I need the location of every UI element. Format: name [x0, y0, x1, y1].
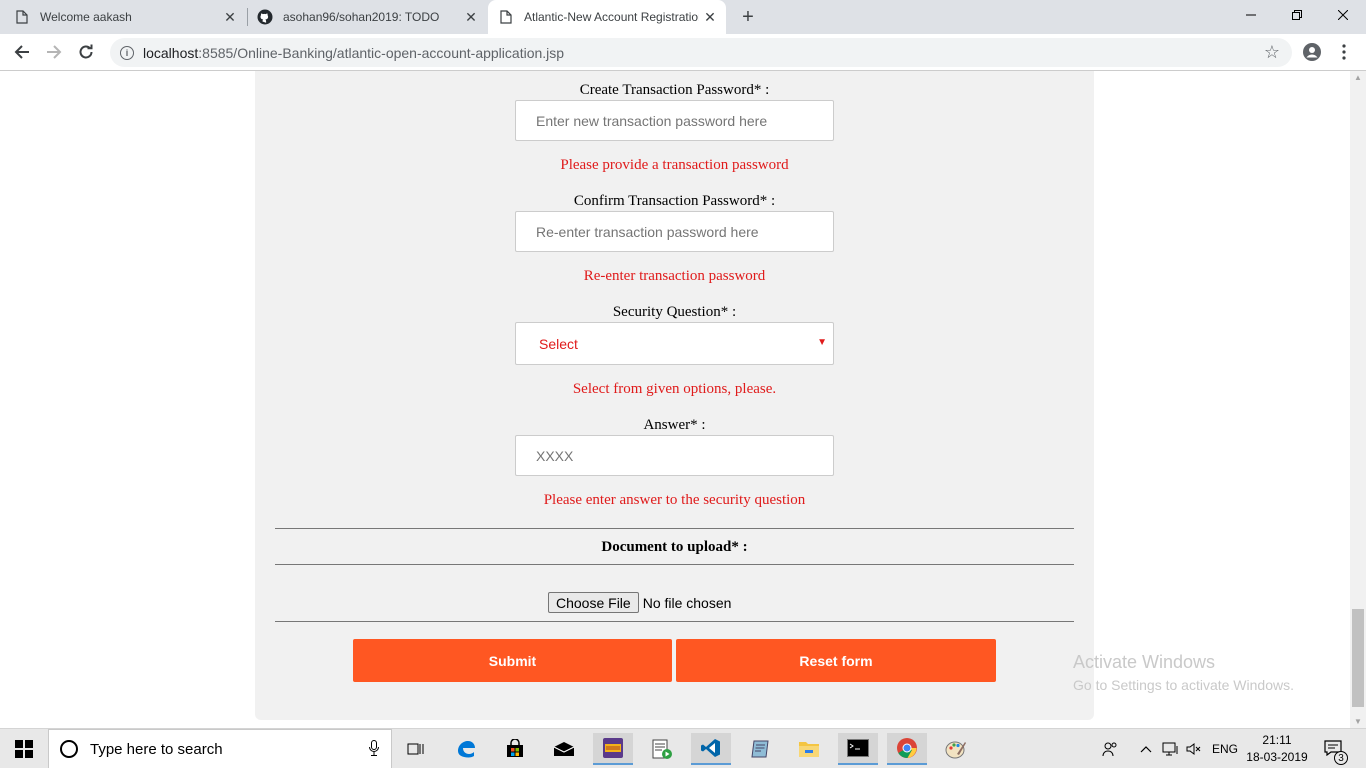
- tab-github[interactable]: asohan96/sohan2019: TODO ✕: [257, 0, 487, 34]
- scroll-up-arrow-icon[interactable]: ▲: [1354, 73, 1362, 82]
- security-question-label: Security Question* :: [612, 304, 737, 320]
- notes-app-icon[interactable]: [740, 733, 780, 765]
- registration-form-panel: Create Transaction Password* : Enter new…: [255, 71, 1094, 720]
- tab-title: asohan96/sohan2019: TODO: [283, 10, 440, 24]
- file-status: No file chosen: [642, 594, 732, 611]
- file-explorer-icon[interactable]: [789, 733, 829, 765]
- media-player-icon[interactable]: [642, 733, 682, 765]
- txn-password-input[interactable]: Enter new transaction password here: [515, 100, 834, 141]
- github-icon: [257, 9, 273, 25]
- restore-button[interactable]: [1274, 0, 1320, 30]
- menu-icon[interactable]: [1332, 40, 1356, 64]
- close-icon[interactable]: ✕: [702, 9, 718, 25]
- answer-input[interactable]: XXXX: [515, 435, 834, 476]
- search-placeholder: Type here to search: [90, 740, 223, 758]
- security-question-value: Select: [539, 335, 578, 352]
- paint-icon[interactable]: [936, 733, 976, 765]
- divider: [275, 564, 1074, 565]
- tab-atlantic-registration[interactable]: Atlantic-New Account Registration ✕: [488, 0, 726, 34]
- tab-strip: Welcome aakash ✕ asohan96/sohan2019: TOD…: [0, 0, 1366, 34]
- browser-toolbar: i localhost:8585/Online-Banking/atlantic…: [0, 34, 1366, 71]
- task-view-icon[interactable]: [396, 733, 436, 765]
- confirm-txn-password-input[interactable]: Re-enter transaction password here: [515, 211, 834, 252]
- page-viewport: Create Transaction Password* : Enter new…: [0, 71, 1350, 728]
- tab-title: Welcome aakash: [40, 10, 132, 24]
- tab-title: Atlantic-New Account Registration: [524, 10, 699, 24]
- info-icon[interactable]: i: [120, 45, 134, 60]
- divider: [275, 621, 1074, 622]
- security-question-select[interactable]: Select ▼: [515, 322, 834, 365]
- network-icon[interactable]: [1162, 729, 1180, 768]
- volume-muted-icon[interactable]: [1186, 729, 1202, 768]
- profile-icon[interactable]: [1300, 40, 1324, 64]
- close-icon[interactable]: ✕: [463, 9, 479, 25]
- clock-time: 21:11: [1262, 733, 1292, 747]
- minimize-button[interactable]: [1228, 0, 1274, 30]
- search-icon: [60, 740, 78, 758]
- watermark-subtitle: Go to Settings to activate Windows.: [1073, 677, 1294, 693]
- reset-form-button[interactable]: Reset form: [676, 639, 996, 682]
- tab-welcome[interactable]: Welcome aakash ✕: [14, 0, 246, 34]
- watermark-title: Activate Windows: [1073, 652, 1216, 672]
- clock-date: 18-03-2019: [1246, 750, 1308, 764]
- chevron-up-icon[interactable]: [1140, 729, 1152, 768]
- activate-windows-watermark: Activate Windows Go to Settings to activ…: [1073, 652, 1294, 693]
- address-bar[interactable]: i localhost:8585/Online-Banking/atlantic…: [110, 38, 1292, 67]
- scroll-thumb[interactable]: [1352, 609, 1364, 707]
- back-button[interactable]: [10, 40, 34, 64]
- scroll-down-arrow-icon[interactable]: ▼: [1354, 717, 1362, 726]
- start-button[interactable]: [0, 729, 48, 768]
- document-upload-label: Document to upload* :: [601, 539, 748, 555]
- txn-password-error: Please provide a transaction password: [560, 157, 789, 173]
- mail-icon[interactable]: [544, 733, 584, 765]
- close-window-button[interactable]: [1320, 0, 1366, 30]
- new-tab-button[interactable]: +: [736, 5, 760, 29]
- url-text: localhost:8585/Online-Banking/atlantic-o…: [143, 44, 565, 61]
- answer-error: Please enter answer to the security ques…: [543, 492, 806, 508]
- page-icon: [14, 9, 30, 25]
- answer-label: Answer* :: [643, 417, 706, 433]
- reload-button[interactable]: [74, 40, 98, 64]
- vscode-icon[interactable]: [691, 733, 731, 765]
- tab-divider: [247, 8, 248, 26]
- confirm-txn-password-label: Confirm Transaction Password* :: [573, 193, 776, 209]
- command-prompt-icon[interactable]: [838, 733, 878, 765]
- notification-count: 3: [1334, 751, 1348, 765]
- system-clock[interactable]: 21:11 18-03-2019: [1232, 732, 1322, 766]
- edge-icon[interactable]: [446, 733, 486, 765]
- confirm-txn-password-error: Re-enter transaction password: [583, 268, 766, 284]
- windows-taskbar: Type here to search ENG 21:11 18-03-2019…: [0, 728, 1366, 768]
- txn-password-label: Create Transaction Password* :: [579, 82, 770, 98]
- submit-button[interactable]: Submit: [353, 639, 672, 682]
- forward-button[interactable]: [42, 40, 66, 64]
- dropdown-caret-icon: ▼: [817, 337, 827, 348]
- people-icon[interactable]: [1102, 729, 1118, 768]
- security-question-error: Select from given options, please.: [572, 381, 777, 397]
- close-icon[interactable]: ✕: [222, 9, 238, 25]
- store-icon[interactable]: [495, 733, 535, 765]
- choose-file-button[interactable]: Choose File: [548, 592, 639, 613]
- taskbar-search[interactable]: Type here to search: [48, 729, 392, 768]
- file-upload: Choose File No file chosen: [548, 592, 731, 613]
- game-app-icon[interactable]: [593, 733, 633, 765]
- page-scrollbar[interactable]: ▲ ▼: [1350, 71, 1366, 728]
- windows-logo-icon: [15, 740, 33, 758]
- microphone-icon[interactable]: [369, 740, 379, 759]
- bookmark-star-icon[interactable]: ☆: [1264, 42, 1280, 63]
- divider: [275, 528, 1074, 529]
- action-center-icon[interactable]: 3: [1322, 737, 1348, 765]
- chrome-icon[interactable]: [887, 733, 927, 765]
- page-icon: [498, 9, 514, 25]
